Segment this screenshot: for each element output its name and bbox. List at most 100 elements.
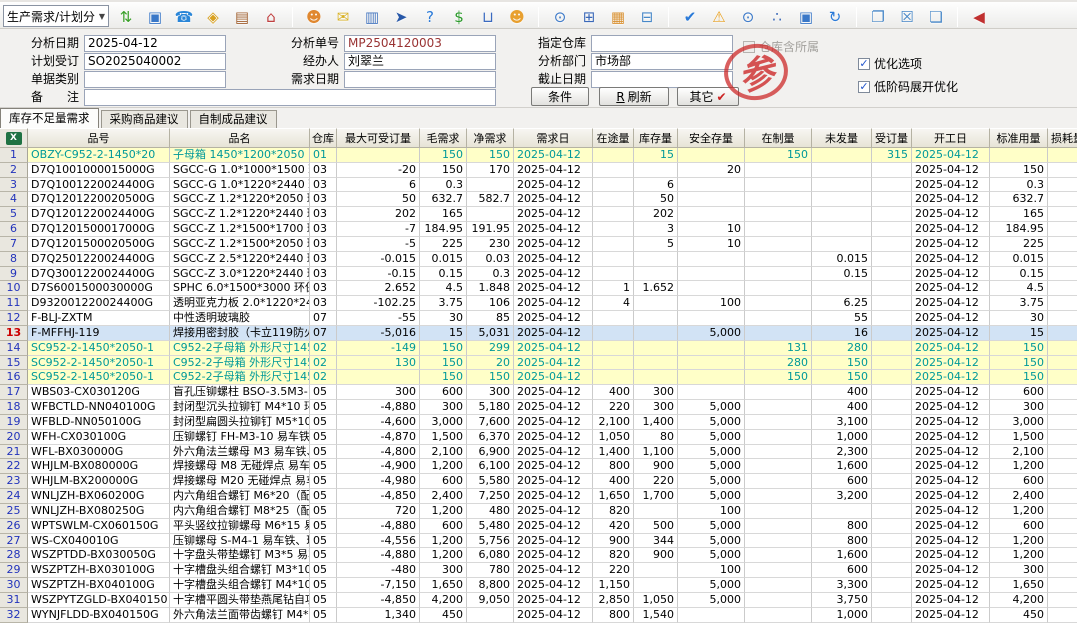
table-row[interactable]: 23WHJLM-BX200000G焊接螺母 M20 无碰焊点 易车铁05-4,9… [0,474,1077,489]
analysis-no-input[interactable]: MP2504120003 [344,35,496,52]
remote-desktop-icon[interactable]: ▣ [796,7,816,27]
row-number[interactable]: 14 [0,341,28,356]
column-header-0[interactable]: 品号 [28,128,170,148]
exit-icon[interactable]: ◀ [969,7,989,27]
home-icon[interactable]: ⌂ [261,7,281,27]
workflow-icon[interactable]: ⇅ [116,7,136,27]
optimize-checkbox[interactable]: 优化选项 [858,55,922,72]
org-tree-icon[interactable]: ∴ [767,7,787,27]
column-header-10[interactable]: 在制量 [745,128,812,148]
table-row[interactable]: 18WFBCTLD-NN040100G封闭型沉头拉铆钉 M4*10 环保05-4… [0,400,1077,415]
table-row[interactable]: 14SC952-2-1450*2050-1C952-2子母箱 外形尺寸1450*… [0,341,1077,356]
row-number[interactable]: 31 [0,593,28,608]
row-number[interactable]: 27 [0,534,28,549]
module-selector[interactable]: 生产需求/计划分 [3,5,109,27]
table-row[interactable]: 10D7S6001500030000GSPHC 6.0*1500*3000 环保… [0,281,1077,296]
column-header-7[interactable]: 在途量 [593,128,634,148]
column-header-8[interactable]: 库存量 [634,128,678,148]
table-row[interactable]: 27WS-CX040010G压铆螺母 S-M4-1 易车铁、环保05-4,556… [0,534,1077,549]
table-row[interactable]: 8D7Q2501220024400GSGCC-Z 2.5*1220*2440 环… [0,252,1077,267]
restore-window-icon[interactable]: ❐ [868,7,888,27]
table-row[interactable]: 12F-BLJ-ZXTM中性透明玻璃胶07-5530852025-04-1255… [0,311,1077,326]
column-header-4[interactable]: 毛需求 [420,128,467,148]
money-icon[interactable]: $ [449,7,469,27]
column-header-3[interactable]: 最大可受订量 [337,128,420,148]
tab-1[interactable]: 采购商品建议 [101,110,188,128]
row-number[interactable]: 3 [0,178,28,193]
column-header-15[interactable]: 损耗量 [1048,128,1077,148]
row-number[interactable]: 13 [0,326,28,341]
refresh-button[interactable]: R 刷新 [599,87,669,106]
table-row[interactable]: 7D7Q1201500020500GSGCC-Z 1.2*1500*2050 环… [0,237,1077,252]
doc-type-input[interactable] [84,71,226,88]
table-row[interactable]: 4D7Q1201220020500GSGCC-Z 1.2*1220*2050 环… [0,192,1077,207]
row-number[interactable]: 4 [0,192,28,207]
row-number[interactable]: 18 [0,400,28,415]
phone-icon[interactable]: ☎ [174,7,194,27]
row-number[interactable]: 12 [0,311,28,326]
plan-order-input[interactable]: SO2025040002 [84,53,226,70]
row-number[interactable]: 7 [0,237,28,252]
table-row[interactable]: 2D7Q1001000015000GSGCC-G 1.0*1000*1500 环… [0,163,1077,178]
row-number[interactable]: 19 [0,415,28,430]
customer-fund-icon[interactable]: ☻ [507,7,527,27]
row-number[interactable]: 24 [0,489,28,504]
column-header-5[interactable]: 净需求 [467,128,514,148]
cascade-windows-icon[interactable]: ❏ [926,7,946,27]
copy-icon[interactable]: ⊟ [637,7,657,27]
table-row[interactable]: 25WNLJZH-BX080250G内六角组合螺钉 M8*25（配平弹05720… [0,504,1077,519]
low-level-checkbox[interactable]: 低阶码展开优化 [858,78,958,95]
row-number[interactable]: 17 [0,385,28,400]
demand-date-input[interactable] [344,71,496,88]
key-icon[interactable]: ➤ [391,7,411,27]
condition-button[interactable]: 条件 [531,87,589,106]
help-icon[interactable]: ? [420,7,440,27]
row-number[interactable]: 29 [0,563,28,578]
table-row[interactable]: 5D7Q1201220024400GSGCC-Z 1.2*1220*2440 环… [0,207,1077,222]
briefcase-icon[interactable]: ▤ [232,7,252,27]
table-row[interactable]: 1OBZY-C952-2-1450*20子母箱 1450*1200*205001… [0,148,1077,163]
department-input[interactable]: 市场部 [591,53,733,70]
column-header-12[interactable]: 受订量 [872,128,912,148]
column-header-6[interactable]: 需求日 [514,128,593,148]
row-number[interactable]: 20 [0,430,28,445]
column-header-13[interactable]: 开工日 [912,128,990,148]
table-row[interactable]: 16SC952-2-1450*2050-1C952-2子母箱 外形尺寸1450*… [0,370,1077,385]
drawer-icon[interactable]: ▦ [608,7,628,27]
table-row[interactable]: 22WHJLM-BX080000G焊接螺母 M8 无碰焊点 易车铁05-4,90… [0,459,1077,474]
handler-input[interactable]: 刘翠兰 [344,53,496,70]
table-row[interactable]: 31WSZPYTZGLD-BX040150十字槽平圆头带垫燕尾钻自攻螺05-4,… [0,593,1077,608]
row-number[interactable]: 26 [0,519,28,534]
row-number[interactable]: 10 [0,281,28,296]
column-header-11[interactable]: 未发量 [812,128,872,148]
table-row[interactable]: 30WSZPTZH-BX040100G十字槽盘头组合螺钉 M4*10（配05-7… [0,578,1077,593]
row-number[interactable]: 16 [0,370,28,385]
approve-icon[interactable]: ✔ [680,7,700,27]
row-number[interactable]: 30 [0,578,28,593]
table-row[interactable]: 9D7Q3001220024400GSGCC-Z 3.0*1220*2440 环… [0,267,1077,282]
remark-input[interactable] [84,89,496,106]
table-row[interactable]: 28WSZPTDD-BX030050G十字盘头带垫螺钉 M3*5 易车铁05-4… [0,548,1077,563]
row-number[interactable]: 8 [0,252,28,267]
alert-icon[interactable]: ⚠ [709,7,729,27]
lock-icon[interactable]: ◈ [203,7,223,27]
column-header-9[interactable]: 安全存量 [678,128,745,148]
row-number[interactable]: 1 [0,148,28,163]
preview-icon[interactable]: ⊙ [738,7,758,27]
row-number[interactable]: 2 [0,163,28,178]
row-number[interactable]: 9 [0,267,28,282]
table-row[interactable]: 15SC952-2-1450*2050-1C952-2子母箱 外形尺寸1450*… [0,356,1077,371]
search-doc-icon[interactable]: ⊙ [550,7,570,27]
table-row[interactable]: 11D932001220024400G透明亚克力板 2.0*1220*24400… [0,296,1077,311]
row-number[interactable]: 5 [0,207,28,222]
monitor-icon[interactable]: ▣ [145,7,165,27]
tab-2[interactable]: 自制成品建议 [190,110,277,128]
close-window-icon[interactable]: ☒ [897,7,917,27]
table-row[interactable]: 29WSZPTZH-BX030100G十字槽盘头组合螺钉 M3*10 （05-4… [0,563,1077,578]
excel-export-header-cell[interactable] [0,128,28,148]
row-number[interactable]: 11 [0,296,28,311]
mail-icon[interactable]: ✉ [333,7,353,27]
table-row[interactable]: 32WYNJFLDD-BX040150G外六角法兰面带齿螺钉 M4*15051,… [0,608,1077,623]
row-number[interactable]: 28 [0,548,28,563]
cart-icon[interactable]: ⊔ [478,7,498,27]
